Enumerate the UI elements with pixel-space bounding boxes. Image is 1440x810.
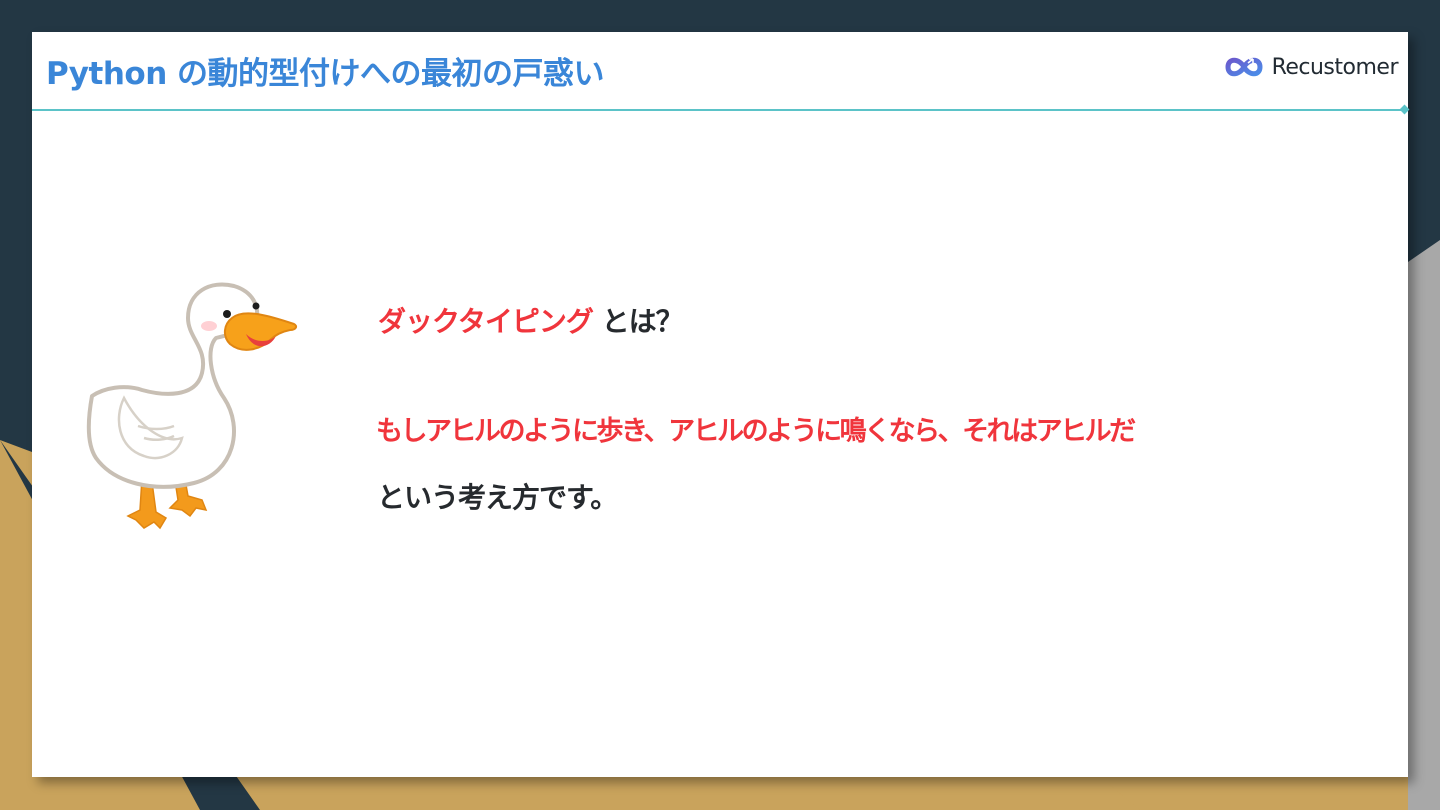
recustomer-logo: Recustomer xyxy=(1222,50,1399,84)
slide-title: Python の動的型付けへの最初の戸惑い xyxy=(46,56,605,92)
divider-end-dot xyxy=(1399,104,1410,115)
title-divider xyxy=(32,109,1404,111)
recustomer-logo-icon xyxy=(1225,57,1263,77)
logo-text: Recustomer xyxy=(1271,54,1399,80)
question-suffix: とは？ xyxy=(592,305,684,338)
slide: Python の動的型付けへの最初の戸惑い Recustomer ダックタイピン… xyxy=(32,32,1410,777)
duck-typing-term: ダックタイピング xyxy=(378,305,594,338)
duck-typing-definition: もしアヒルのように歩き、アヒルのように鳴くなら、それはアヒルだ xyxy=(376,416,1136,447)
duck-illustration-icon xyxy=(86,282,298,530)
definition-conclusion: という考え方です。 xyxy=(377,481,618,514)
question-line: ダックタイピング とは？ xyxy=(378,300,684,340)
